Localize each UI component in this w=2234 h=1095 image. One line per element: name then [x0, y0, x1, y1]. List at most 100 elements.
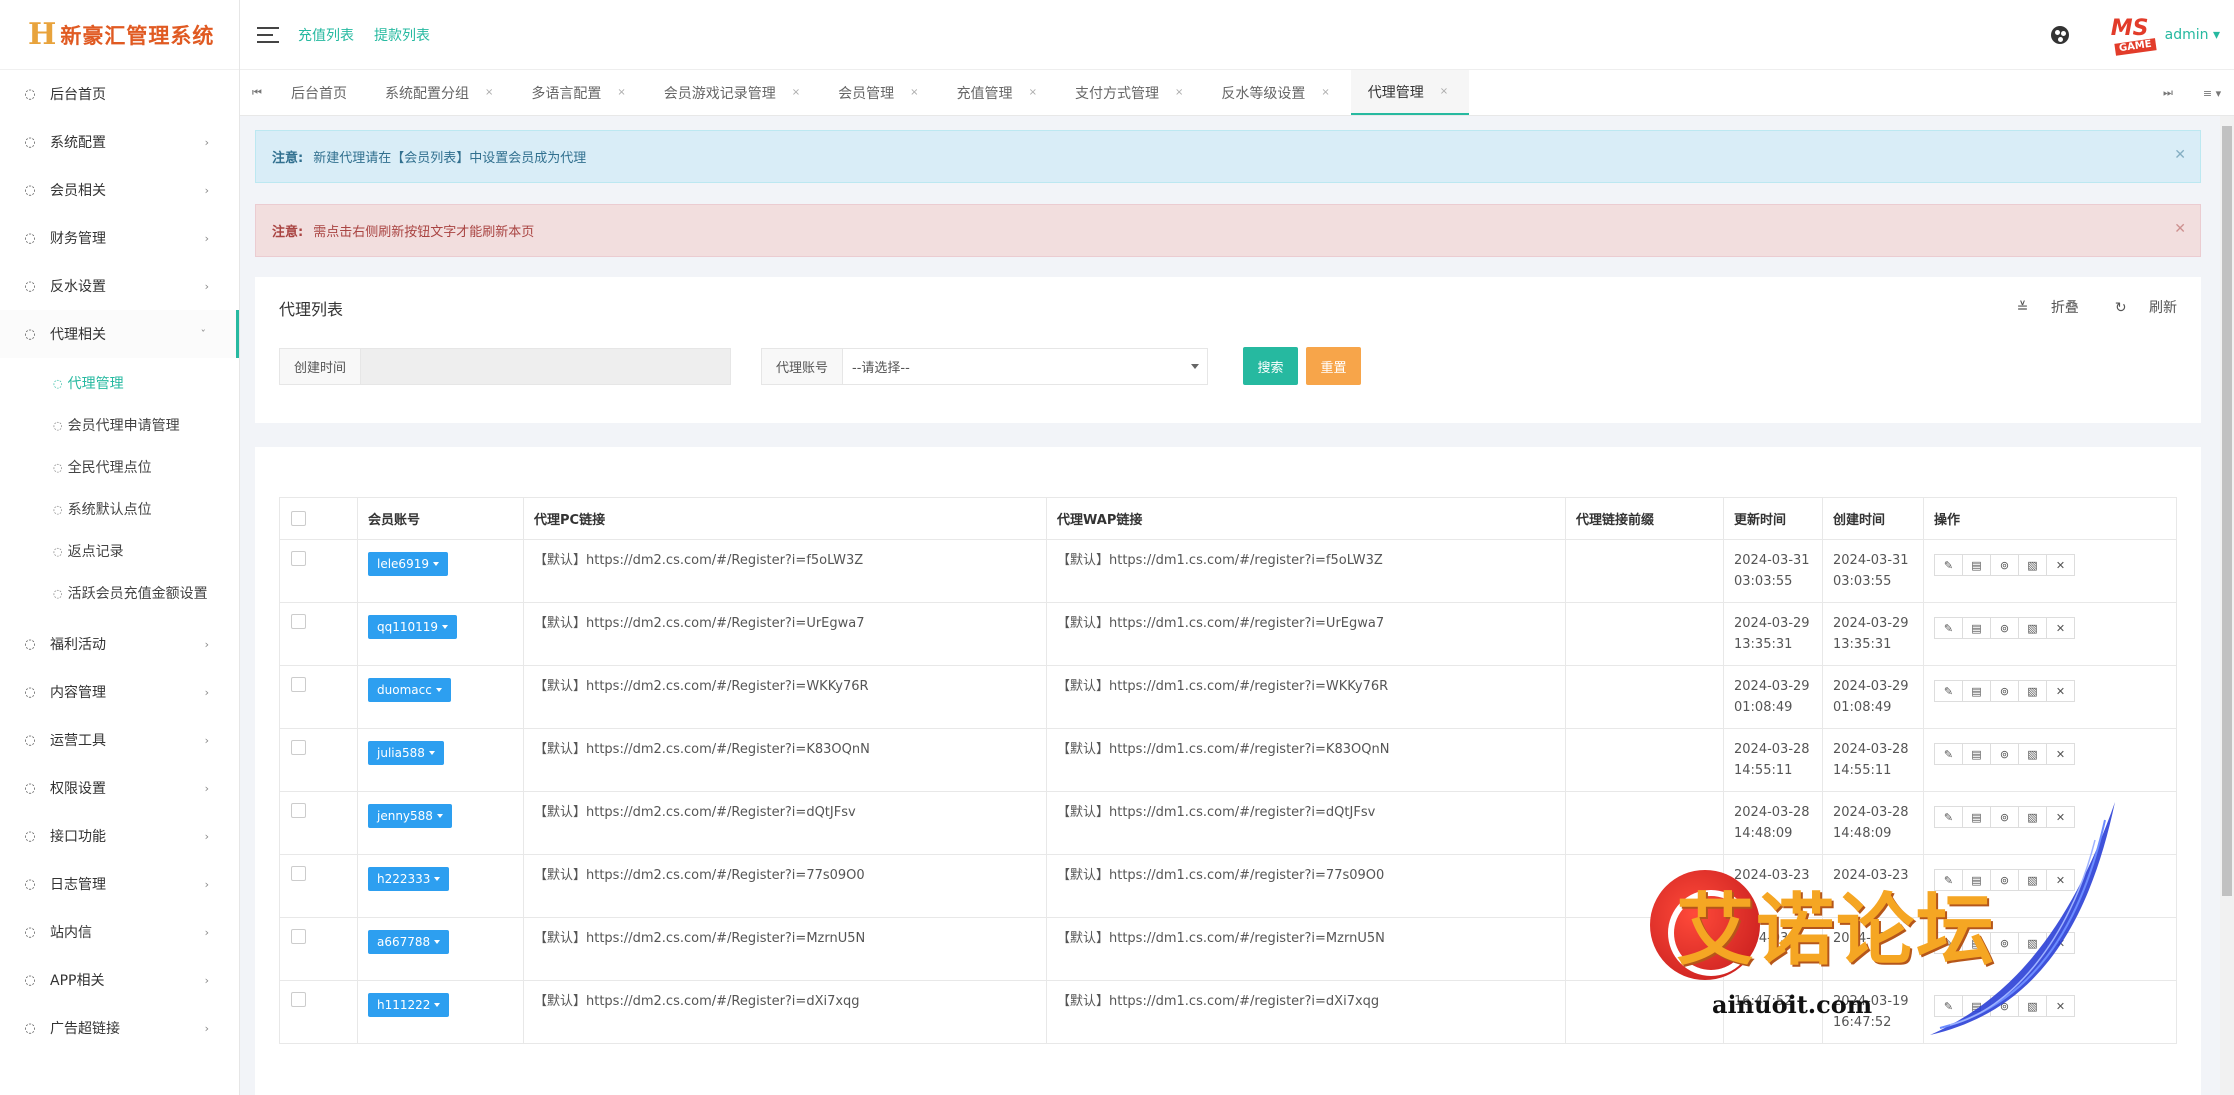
- sidebar-item-lower-8[interactable]: ◌ 广告超链接 ›: [0, 1004, 239, 1052]
- row-checkbox[interactable]: [291, 614, 306, 629]
- sidebar-item-lower-1[interactable]: ◌ 内容管理 ›: [0, 668, 239, 716]
- sidebar-subitem-0[interactable]: ◌ 代理管理: [0, 362, 239, 404]
- copy-icon[interactable]: ▧: [2018, 680, 2047, 702]
- scrollbar-thumb[interactable]: [2222, 126, 2232, 896]
- tab-1[interactable]: 系统配置分组 ×: [368, 70, 514, 115]
- tab-8[interactable]: 代理管理 ×: [1350, 70, 1470, 115]
- row-checkbox[interactable]: [291, 803, 306, 818]
- link-icon[interactable]: ⊚: [1990, 869, 2019, 891]
- tab-3[interactable]: 会员游戏记录管理 ×: [647, 70, 821, 115]
- search-button[interactable]: 搜索: [1243, 347, 1298, 385]
- link-icon[interactable]: ⊚: [1990, 554, 2019, 576]
- tab-scroll-right-icon[interactable]: ⏭: [2146, 70, 2190, 116]
- copy-icon[interactable]: ▧: [2018, 932, 2047, 954]
- col-pc-link[interactable]: 代理PC链接: [523, 497, 1047, 540]
- tab-menu-icon[interactable]: ≡ ▾: [2190, 70, 2234, 116]
- sidebar-item-1[interactable]: ◌ 系统配置 ›: [0, 118, 239, 166]
- row-checkbox[interactable]: [291, 740, 306, 755]
- link-icon[interactable]: ⊚: [1990, 743, 2019, 765]
- sidebar-item-5[interactable]: ◌ 代理相关 ˇ: [0, 310, 239, 358]
- close-icon[interactable]: ×: [1175, 87, 1183, 98]
- sidebar-subitem-4[interactable]: ◌ 返点记录: [0, 530, 239, 572]
- sidebar-item-4[interactable]: ◌ 反水设置 ›: [0, 262, 239, 310]
- user-menu[interactable]: admin ▾: [2165, 27, 2220, 43]
- link-icon[interactable]: ⊚: [1990, 932, 2019, 954]
- edit-icon[interactable]: ✎: [1934, 680, 1963, 702]
- col-member-account[interactable]: 会员账号: [357, 497, 524, 540]
- member-account-dropdown[interactable]: lele6919: [368, 552, 448, 576]
- link-icon[interactable]: ⊚: [1990, 995, 2019, 1017]
- sidebar-subitem-2[interactable]: ◌ 全民代理点位: [0, 446, 239, 488]
- sidebar-subitem-5[interactable]: ◌ 活跃会员充值金额设置: [0, 572, 239, 614]
- close-icon[interactable]: ×: [1321, 87, 1329, 98]
- col-updated[interactable]: 更新时间: [1723, 497, 1823, 540]
- close-icon[interactable]: ×: [1029, 87, 1037, 98]
- copy-icon[interactable]: ▧: [2018, 743, 2047, 765]
- sidebar-item-lower-3[interactable]: ◌ 权限设置 ›: [0, 764, 239, 812]
- menu-toggle-icon[interactable]: [257, 26, 279, 43]
- sidebar-item-lower-7[interactable]: ◌ APP相关 ›: [0, 956, 239, 1004]
- delete-icon[interactable]: ✕: [2046, 617, 2075, 639]
- select-all-checkbox[interactable]: [291, 511, 306, 526]
- edit-icon[interactable]: ✎: [1934, 806, 1963, 828]
- copy-icon[interactable]: ▧: [2018, 869, 2047, 891]
- delete-icon[interactable]: ✕: [2046, 554, 2075, 576]
- member-account-dropdown[interactable]: jenny588: [368, 804, 452, 828]
- detail-icon[interactable]: ▤: [1962, 869, 1991, 891]
- refresh-button[interactable]: ↻ 刷新: [2097, 297, 2177, 317]
- sidebar-item-3[interactable]: ◌ 财务管理 ›: [0, 214, 239, 262]
- member-account-dropdown[interactable]: qq110119: [368, 615, 458, 639]
- link-icon[interactable]: ⊚: [1990, 806, 2019, 828]
- delete-icon[interactable]: ✕: [2046, 743, 2075, 765]
- close-icon[interactable]: ×: [485, 87, 493, 98]
- close-icon[interactable]: ×: [617, 87, 625, 98]
- close-icon[interactable]: ✕: [2174, 147, 2186, 163]
- member-account-dropdown[interactable]: h111222: [368, 993, 450, 1017]
- row-checkbox[interactable]: [291, 929, 306, 944]
- delete-icon[interactable]: ✕: [2046, 806, 2075, 828]
- copy-icon[interactable]: ▧: [2018, 617, 2047, 639]
- col-wap-link[interactable]: 代理WAP链接: [1046, 497, 1566, 540]
- tab-6[interactable]: 支付方式管理 ×: [1058, 70, 1204, 115]
- tab-2[interactable]: 多语言配置 ×: [514, 70, 646, 115]
- detail-icon[interactable]: ▤: [1962, 743, 1991, 765]
- sidebar-subitem-1[interactable]: ◌ 会员代理申请管理: [0, 404, 239, 446]
- detail-icon[interactable]: ▤: [1962, 680, 1991, 702]
- created-time-input[interactable]: [360, 348, 731, 385]
- edit-icon[interactable]: ✎: [1934, 995, 1963, 1017]
- member-account-dropdown[interactable]: h222333: [368, 867, 450, 891]
- sidebar-item-lower-2[interactable]: ◌ 运营工具 ›: [0, 716, 239, 764]
- row-checkbox[interactable]: [291, 677, 306, 692]
- detail-icon[interactable]: ▤: [1962, 554, 1991, 576]
- member-account-dropdown[interactable]: duomacc: [368, 678, 451, 702]
- col-created[interactable]: 创建时间: [1822, 497, 1924, 540]
- edit-icon[interactable]: ✎: [1934, 554, 1963, 576]
- sidebar-item-lower-6[interactable]: ◌ 站内信 ›: [0, 908, 239, 956]
- page-scrollbar[interactable]: [2220, 116, 2234, 1095]
- copy-icon[interactable]: ▧: [2018, 554, 2047, 576]
- tab-5[interactable]: 充值管理 ×: [940, 70, 1058, 115]
- member-account-dropdown[interactable]: a667788: [368, 930, 450, 954]
- detail-icon[interactable]: ▤: [1962, 806, 1991, 828]
- edit-icon[interactable]: ✎: [1934, 869, 1963, 891]
- link-icon[interactable]: ⊚: [1990, 680, 2019, 702]
- close-icon[interactable]: ✕: [2174, 221, 2186, 237]
- row-checkbox[interactable]: [291, 866, 306, 881]
- delete-icon[interactable]: ✕: [2046, 932, 2075, 954]
- avatar[interactable]: MS GAME: [2105, 15, 2157, 56]
- tab-7[interactable]: 反水等级设置 ×: [1204, 70, 1350, 115]
- row-checkbox[interactable]: [291, 551, 306, 566]
- edit-icon[interactable]: ✎: [1934, 932, 1963, 954]
- edit-icon[interactable]: ✎: [1934, 617, 1963, 639]
- tab-scroll-left-icon[interactable]: ⏮: [240, 70, 274, 115]
- member-account-dropdown[interactable]: julia588: [368, 741, 444, 765]
- close-icon[interactable]: ×: [792, 87, 800, 98]
- delete-icon[interactable]: ✕: [2046, 680, 2075, 702]
- tab-0[interactable]: 后台首页: [274, 70, 368, 115]
- sidebar-item-lower-4[interactable]: ◌ 接口功能 ›: [0, 812, 239, 860]
- copy-icon[interactable]: ▧: [2018, 806, 2047, 828]
- tab-4[interactable]: 会员管理 ×: [821, 70, 939, 115]
- sidebar-subitem-3[interactable]: ◌ 系统默认点位: [0, 488, 239, 530]
- theme-palette-icon[interactable]: [2050, 26, 2069, 44]
- close-icon[interactable]: ×: [910, 87, 918, 98]
